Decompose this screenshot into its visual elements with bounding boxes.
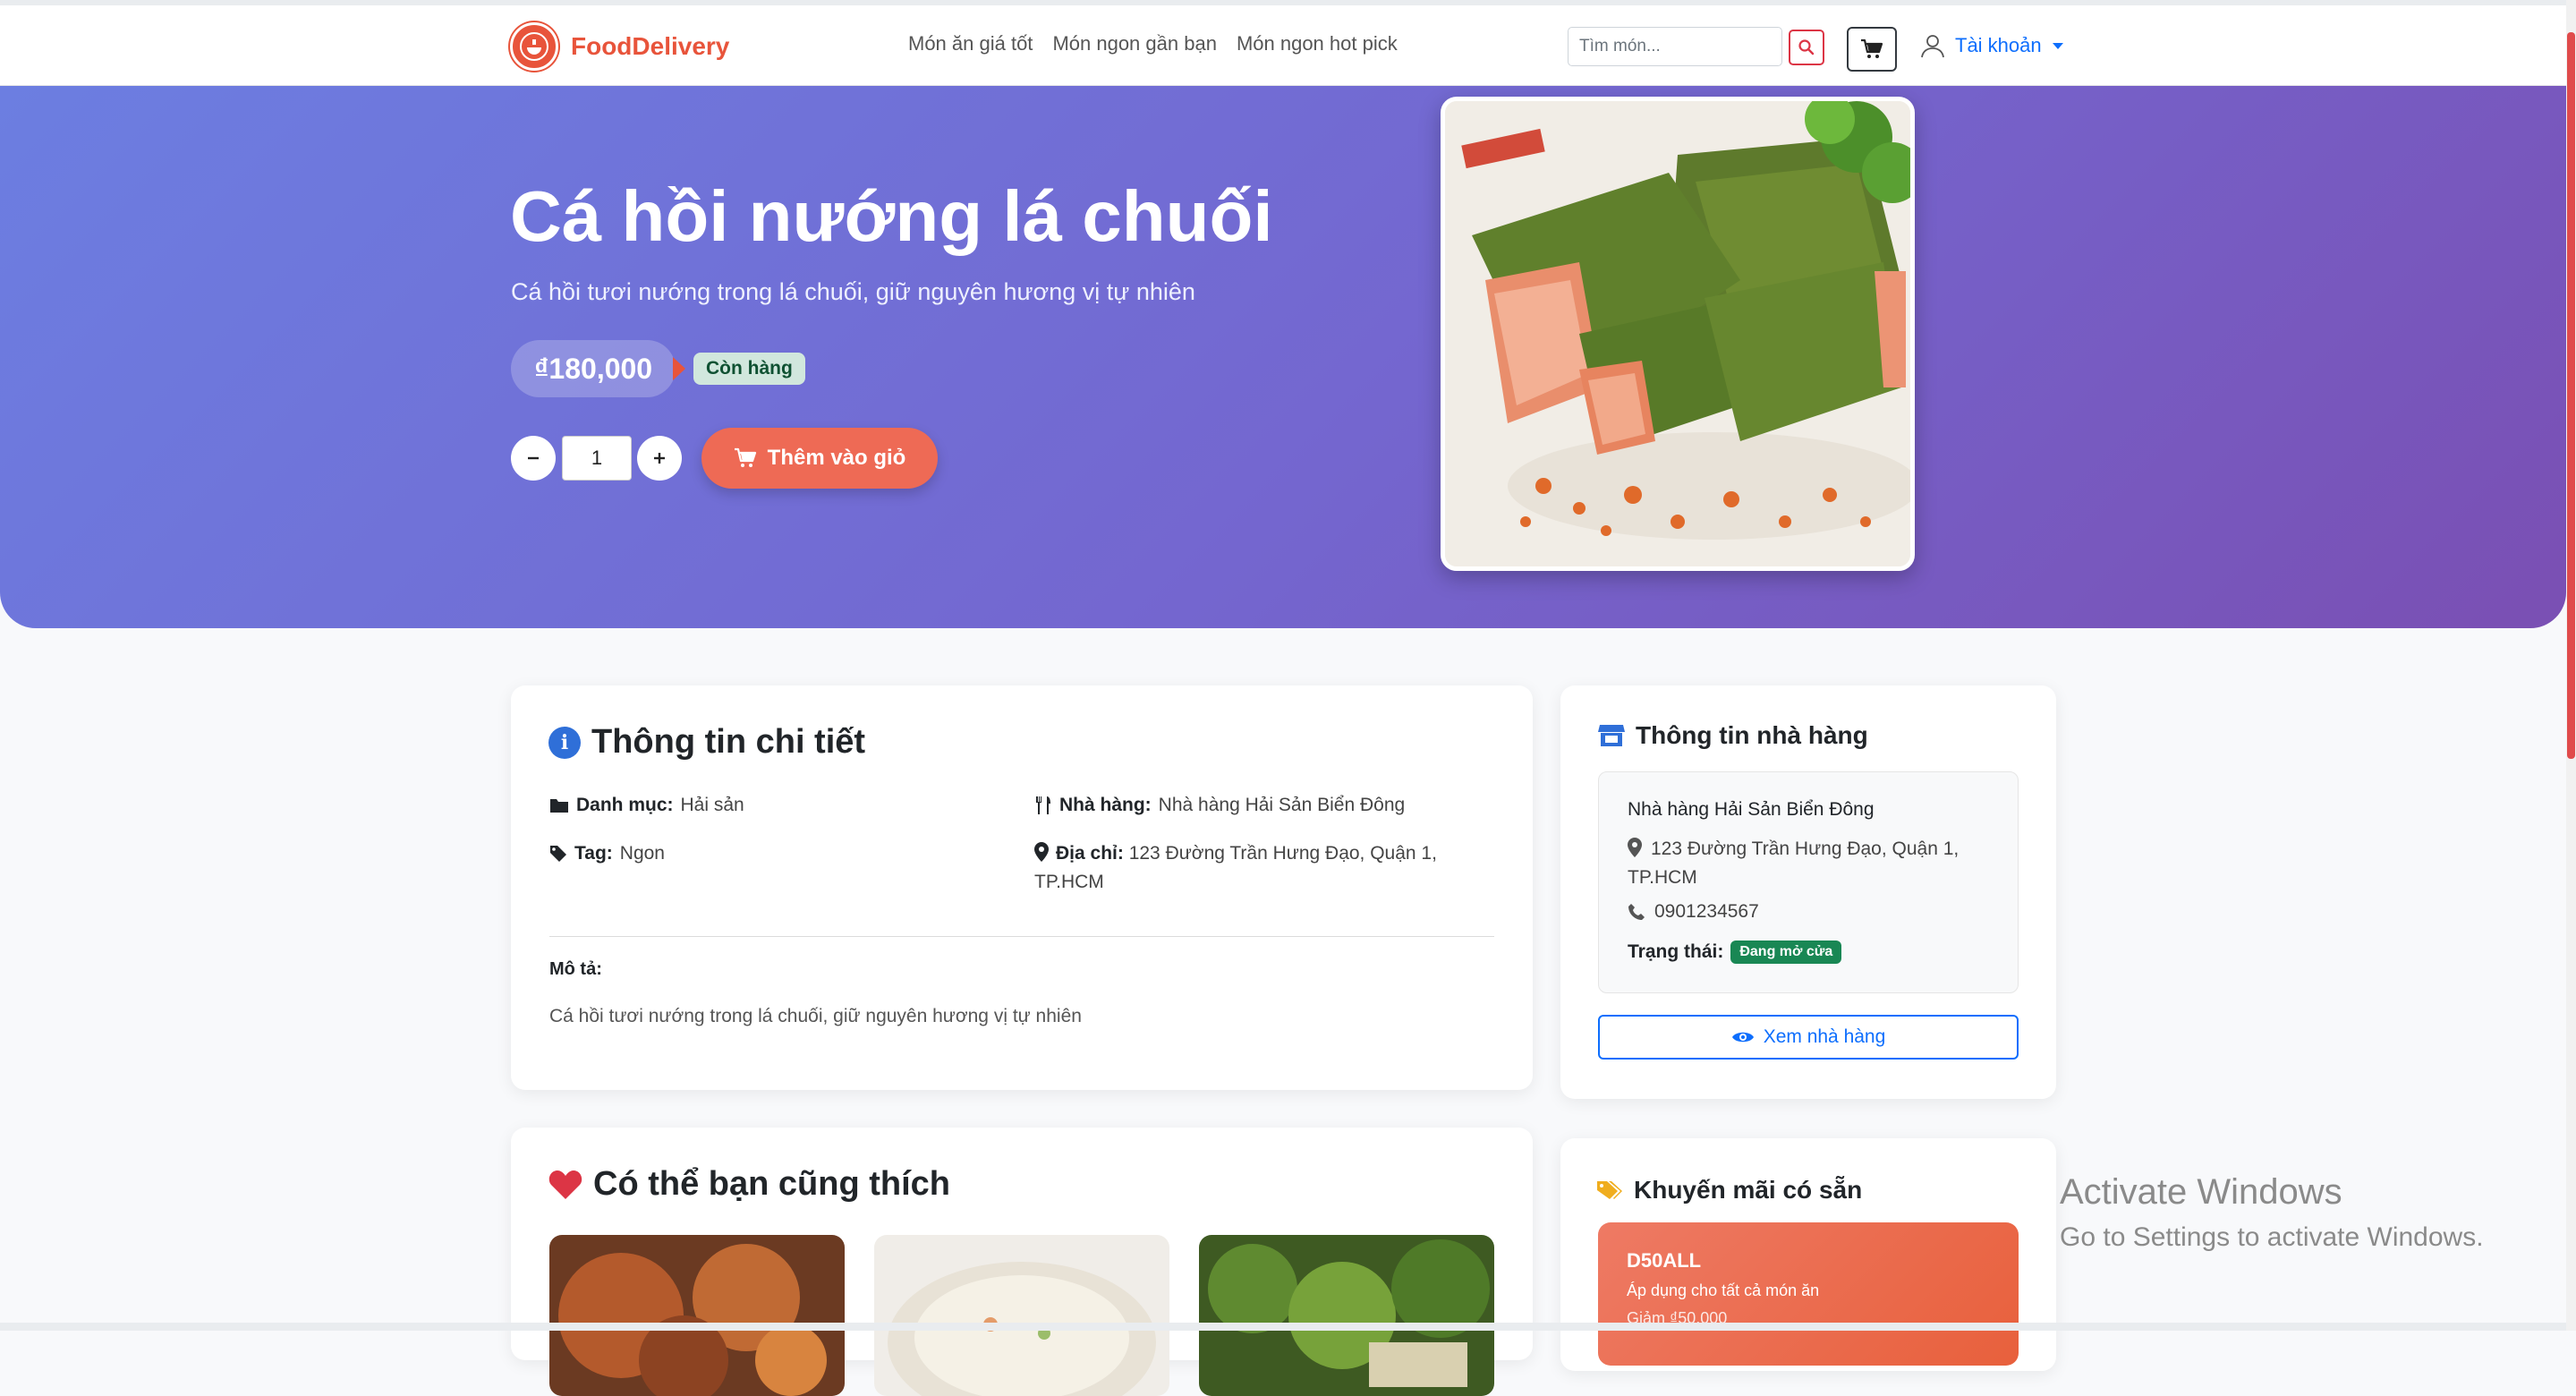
restaurant-address: 123 Đường Trần Hưng Đạo, Quận 1, TP.HCM bbox=[1628, 835, 2003, 892]
cart-icon bbox=[1861, 38, 1883, 58]
cart-button[interactable] bbox=[1847, 27, 1897, 72]
user-icon bbox=[1921, 35, 1944, 58]
status-badge: Đang mở cửa bbox=[1730, 941, 1842, 964]
account-label: Tài khoản bbox=[1955, 34, 2042, 56]
promo-code: D50ALL bbox=[1627, 1249, 1702, 1272]
add-to-cart-label: Thêm vào giỏ bbox=[767, 446, 906, 470]
tag-value: Ngon bbox=[619, 843, 665, 864]
tag-icon bbox=[550, 846, 566, 862]
navbar: FoodDelivery Món ăn giá tốt Món ngon gần… bbox=[0, 5, 2576, 86]
product-image bbox=[1441, 97, 1915, 571]
promotions-heading-text: Khuyến mãi có sẵn bbox=[1634, 1176, 1863, 1204]
map-marker-icon bbox=[1628, 838, 1642, 857]
product-subtitle: Cá hồi tươi nướng trong lá chuối, giữ ng… bbox=[511, 278, 1195, 305]
phone-icon bbox=[1628, 904, 1645, 920]
search-input[interactable]: Tìm món... bbox=[1568, 27, 1782, 66]
nav-link-nearby[interactable]: Món ngon gần bạn bbox=[1052, 32, 1217, 55]
brand[interactable]: FoodDelivery bbox=[510, 21, 729, 72]
address-row: Địa chỉ: 123 Đường Trần Hưng Đạo, Quận 1… bbox=[1034, 839, 1482, 897]
scrollbar-thumb[interactable] bbox=[2567, 32, 2575, 759]
activate-windows-subtitle: Go to Settings to activate Windows. bbox=[2060, 1222, 2484, 1252]
suggestions-heading: Có thể bạn cũng thích bbox=[548, 1165, 950, 1204]
view-restaurant-label: Xem nhà hàng bbox=[1763, 1026, 1886, 1047]
store-icon bbox=[1598, 725, 1625, 746]
tags-icon bbox=[1597, 1181, 1622, 1199]
category-value: Hải sản bbox=[680, 795, 744, 815]
promotions-card: Khuyến mãi có sẵn D50ALL Áp dụng cho tất… bbox=[1560, 1138, 2056, 1371]
detail-heading-text: Thông tin chi tiết bbox=[591, 723, 866, 761]
restaurant-address-text: 123 Đường Trần Hưng Đạo, Quận 1, TP.HCM bbox=[1628, 838, 1960, 888]
brand-name: FoodDelivery bbox=[571, 32, 730, 60]
restaurant-heading: Thông tin nhà hàng bbox=[1598, 721, 1868, 750]
divider bbox=[549, 936, 1494, 937]
folder-icon bbox=[550, 799, 568, 813]
restaurant-heading-text: Thông tin nhà hàng bbox=[1636, 721, 1868, 749]
quantity-decrease-button[interactable] bbox=[511, 436, 556, 481]
restaurant-row: Nhà hàng: Nhà hàng Hải Sản Biển Đông bbox=[1034, 791, 1405, 820]
restaurant-info-card: Thông tin nhà hàng Nhà hàng Hải Sản Biển… bbox=[1560, 685, 2056, 1099]
bottom-border bbox=[0, 1323, 2566, 1331]
promo-item[interactable]: D50ALL Áp dụng cho tất cả món ăn Giảm ₫5… bbox=[1598, 1222, 2019, 1366]
description-text: Cá hồi tươi nướng trong lá chuối, giữ ng… bbox=[549, 1006, 1082, 1026]
plus-icon bbox=[654, 453, 665, 464]
product-detail-card: i Thông tin chi tiết Danh mục: Hải sản T… bbox=[511, 685, 1533, 1090]
detail-heading: i Thông tin chi tiết bbox=[548, 723, 865, 762]
description-label: Mô tả: bbox=[549, 959, 602, 979]
suggestions-heading-text: Có thể bạn cũng thích bbox=[593, 1165, 950, 1203]
restaurant-info-box: Nhà hàng Hải Sản Biển Đông 123 Đường Trầ… bbox=[1598, 771, 2019, 993]
category-row: Danh mục: Hải sản bbox=[549, 791, 744, 820]
cart-icon bbox=[734, 447, 756, 467]
nav-link-hot-pick[interactable]: Món ngon hot pick bbox=[1237, 32, 1398, 55]
status-label: Trạng thái: bbox=[1628, 941, 1724, 962]
tag-row: Tag: Ngon bbox=[549, 839, 665, 868]
search-icon bbox=[1798, 39, 1815, 55]
restaurant-phone-text: 0901234567 bbox=[1654, 901, 1759, 922]
chevron-down-icon bbox=[2052, 42, 2063, 49]
brand-logo-icon bbox=[510, 22, 558, 71]
address-label: Địa chỉ: bbox=[1056, 843, 1124, 864]
tag-label: Tag: bbox=[574, 843, 613, 864]
category-label: Danh mục: bbox=[576, 795, 674, 815]
restaurant-status: Trạng thái: Đang mở cửa bbox=[1628, 941, 1842, 964]
info-icon: i bbox=[548, 726, 581, 759]
nav-link-good-price[interactable]: Món ăn giá tốt bbox=[908, 32, 1033, 55]
activate-windows-title: Activate Windows bbox=[2060, 1172, 2342, 1212]
main-nav: Món ăn giá tốt Món ngon gần bạn Món ngon… bbox=[908, 32, 1398, 55]
price-badge: ₫180,000 bbox=[511, 340, 676, 397]
restaurant-value: Nhà hàng Hải Sản Biển Đông bbox=[1158, 795, 1406, 815]
utensils-icon bbox=[1036, 796, 1050, 814]
search-button[interactable] bbox=[1789, 30, 1824, 65]
product-title: Cá hồi nướng lá chuối bbox=[510, 176, 1273, 256]
suggestion-card-image[interactable] bbox=[549, 1235, 845, 1396]
suggestion-card-image[interactable] bbox=[874, 1235, 1169, 1396]
price-arrow-icon bbox=[673, 357, 685, 380]
promotions-heading: Khuyến mãi có sẵn bbox=[1596, 1176, 1862, 1204]
account-menu[interactable]: Tài khoản bbox=[1919, 32, 2063, 59]
minus-icon bbox=[528, 456, 539, 460]
restaurant-phone: 0901234567 bbox=[1628, 901, 1759, 923]
quantity-increase-button[interactable] bbox=[637, 436, 682, 481]
eye-icon bbox=[1731, 1032, 1754, 1043]
add-to-cart-button[interactable]: Thêm vào giỏ bbox=[701, 428, 938, 489]
heart-icon bbox=[548, 1170, 582, 1199]
view-restaurant-button[interactable]: Xem nhà hàng bbox=[1598, 1015, 2019, 1060]
product-hero: Cá hồi nướng lá chuối Cá hồi tươi nướng … bbox=[0, 86, 2566, 628]
suggestion-card-image[interactable] bbox=[1199, 1235, 1494, 1396]
stock-badge: Còn hàng bbox=[693, 353, 805, 385]
restaurant-name: Nhà hàng Hải Sản Biển Đông bbox=[1628, 799, 1875, 820]
promo-description: Áp dụng cho tất cả món ăn bbox=[1627, 1281, 1820, 1299]
map-marker-icon bbox=[1034, 842, 1049, 862]
restaurant-label: Nhà hàng: bbox=[1059, 795, 1152, 815]
quantity-input[interactable]: 1 bbox=[562, 436, 632, 481]
